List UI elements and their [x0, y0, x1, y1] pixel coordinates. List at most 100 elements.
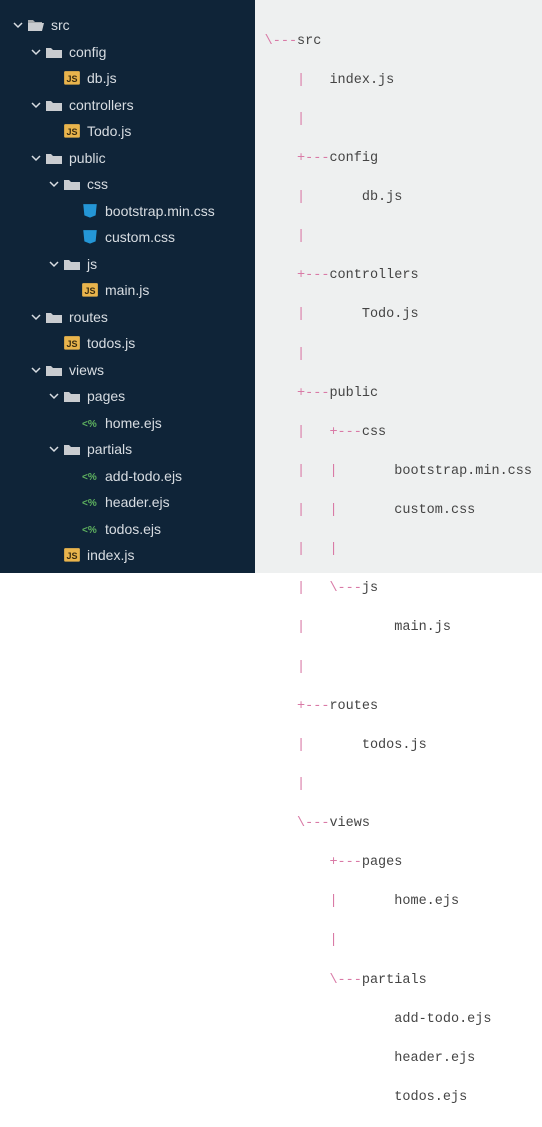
ascii-line: \---views: [265, 814, 532, 834]
tree-folder-public[interactable]: public: [0, 145, 255, 172]
ascii-line: +---public: [265, 384, 532, 404]
chevron-down-icon: [30, 152, 42, 164]
folder-label: config: [69, 44, 106, 60]
file-tree-panel: src config JS db.js controllers JS Todo.…: [0, 0, 255, 573]
ascii-line: |: [265, 775, 532, 795]
folder-label: pages: [87, 388, 125, 404]
folder-icon: [45, 44, 63, 60]
folder-icon: [63, 176, 81, 192]
tree-file-main-js[interactable]: JS main.js: [0, 277, 255, 304]
js-file-icon: JS: [81, 282, 99, 298]
ascii-line: | | custom.css: [265, 501, 532, 521]
ascii-line: |: [265, 345, 532, 365]
ascii-line: add-todo.ejs: [265, 1010, 532, 1030]
ejs-file-icon: <%: [81, 521, 99, 537]
tree-folder-css[interactable]: css: [0, 171, 255, 198]
chevron-down-icon: [30, 46, 42, 58]
js-file-icon: JS: [63, 70, 81, 86]
tree-file-add-todo-ejs[interactable]: <% add-todo.ejs: [0, 463, 255, 490]
ascii-line: |: [265, 658, 532, 678]
tree-file-custom-css[interactable]: custom.css: [0, 224, 255, 251]
folder-open-icon: [27, 17, 45, 33]
folder-label: public: [69, 150, 106, 166]
file-label: bootstrap.min.css: [105, 203, 215, 219]
svg-text:JS: JS: [66, 551, 77, 561]
tree-folder-controllers[interactable]: controllers: [0, 92, 255, 119]
chevron-down-icon: [48, 178, 60, 190]
tree-file-header-ejs[interactable]: <% header.ejs: [0, 489, 255, 516]
tree-file-todos-ejs[interactable]: <% todos.ejs: [0, 516, 255, 543]
ascii-line: header.ejs: [265, 1049, 532, 1069]
ejs-file-icon: <%: [81, 415, 99, 431]
ascii-line: +---controllers: [265, 266, 532, 286]
svg-text:JS: JS: [66, 127, 77, 137]
file-label: home.ejs: [105, 415, 162, 431]
tree-folder-src[interactable]: src: [0, 12, 255, 39]
ascii-line: +---routes: [265, 697, 532, 717]
ascii-line: | Todo.js: [265, 305, 532, 325]
chevron-down-icon: [48, 443, 60, 455]
chevron-down-icon: [30, 364, 42, 376]
file-label: header.ejs: [105, 494, 170, 510]
svg-text:<%: <%: [82, 419, 97, 430]
js-file-icon: JS: [63, 547, 81, 563]
ascii-line: |: [265, 931, 532, 951]
folder-label: partials: [87, 441, 132, 457]
folder-label: js: [87, 256, 97, 272]
folder-icon: [45, 97, 63, 113]
ascii-line: \---partials: [265, 971, 532, 991]
folder-icon: [45, 362, 63, 378]
folder-label: src: [51, 17, 70, 33]
folder-label: css: [87, 176, 108, 192]
folder-icon: [45, 150, 63, 166]
svg-text:<%: <%: [82, 525, 97, 536]
tree-folder-routes[interactable]: routes: [0, 304, 255, 331]
tree-folder-pages[interactable]: pages: [0, 383, 255, 410]
ascii-line: \---src: [265, 32, 532, 52]
ascii-line: | main.js: [265, 618, 532, 638]
folder-icon: [63, 441, 81, 457]
folder-icon: [63, 388, 81, 404]
file-label: todos.js: [87, 335, 135, 351]
chevron-down-icon: [12, 19, 24, 31]
tree-folder-js[interactable]: js: [0, 251, 255, 278]
ascii-tree-panel: \---src | index.js | +---config | db.js …: [255, 0, 542, 573]
svg-text:JS: JS: [84, 286, 95, 296]
tree-folder-config[interactable]: config: [0, 39, 255, 66]
svg-text:JS: JS: [66, 339, 77, 349]
tree-folder-partials[interactable]: partials: [0, 436, 255, 463]
js-file-icon: JS: [63, 335, 81, 351]
svg-text:JS: JS: [66, 74, 77, 84]
tree-file-todos-js[interactable]: JS todos.js: [0, 330, 255, 357]
ascii-line: | todos.js: [265, 736, 532, 756]
folder-icon: [63, 256, 81, 272]
tree-folder-views[interactable]: views: [0, 357, 255, 384]
css-file-icon: [81, 229, 99, 245]
ascii-line: | +---css: [265, 423, 532, 443]
folder-label: controllers: [69, 97, 134, 113]
ascii-line: |: [265, 110, 532, 130]
file-label: index.js: [87, 547, 134, 563]
ascii-line: | |: [265, 540, 532, 560]
file-label: todos.ejs: [105, 521, 161, 537]
css-file-icon: [81, 203, 99, 219]
ejs-file-icon: <%: [81, 494, 99, 510]
tree-file-bootstrap-css[interactable]: bootstrap.min.css: [0, 198, 255, 225]
ascii-line: | \---js: [265, 579, 532, 599]
chevron-down-icon: [48, 390, 60, 402]
file-label: Todo.js: [87, 123, 131, 139]
file-label: db.js: [87, 70, 117, 86]
chevron-down-icon: [30, 99, 42, 111]
svg-text:<%: <%: [82, 472, 97, 483]
svg-text:<%: <%: [82, 498, 97, 509]
chevron-down-icon: [48, 258, 60, 270]
file-label: add-todo.ejs: [105, 468, 182, 484]
folder-label: views: [69, 362, 104, 378]
tree-file-index-js[interactable]: JS index.js: [0, 542, 255, 569]
ascii-line: | index.js: [265, 71, 532, 91]
tree-file-todo-js[interactable]: JS Todo.js: [0, 118, 255, 145]
tree-file-home-ejs[interactable]: <% home.ejs: [0, 410, 255, 437]
tree-file-db-js[interactable]: JS db.js: [0, 65, 255, 92]
file-label: custom.css: [105, 229, 175, 245]
ascii-line: | | bootstrap.min.css: [265, 462, 532, 482]
